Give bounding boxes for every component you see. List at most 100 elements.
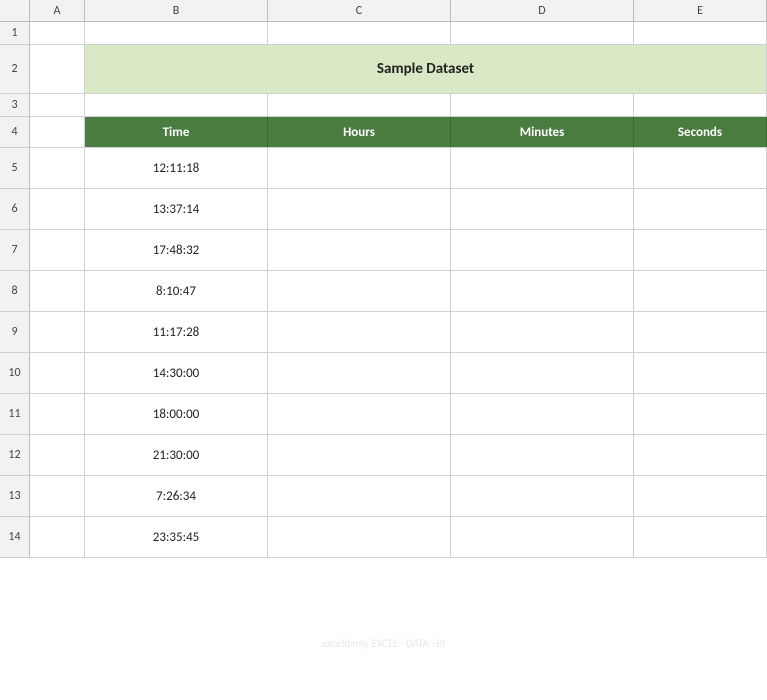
cell-c3[interactable]: [268, 94, 451, 116]
cell-time-6[interactable]: 13:37:14: [85, 189, 268, 229]
row-10: 10 14:30:00: [0, 353, 767, 394]
cell-minutes-11[interactable]: [451, 394, 634, 434]
cell-hours-13[interactable]: [268, 476, 451, 516]
cell-a7[interactable]: [30, 230, 85, 270]
col-header-a: A: [30, 0, 85, 21]
cell-a4[interactable]: [30, 117, 85, 147]
cell-seconds-10[interactable]: [634, 353, 767, 393]
row-num-4: 4: [0, 117, 30, 147]
row-4-headers: 4 Time Hours Minutes Seconds: [0, 117, 767, 148]
column-headers: A B C D E: [0, 0, 767, 22]
cell-hours-7[interactable]: [268, 230, 451, 270]
cell-seconds-6[interactable]: [634, 189, 767, 229]
cell-minutes-8[interactable]: [451, 271, 634, 311]
col-header-minutes[interactable]: Minutes: [451, 117, 634, 147]
cell-seconds-13[interactable]: [634, 476, 767, 516]
row-9: 9 11:17:28: [0, 312, 767, 353]
cell-e1[interactable]: [634, 22, 767, 44]
cell-a3[interactable]: [30, 94, 85, 116]
corner-cell: [0, 0, 30, 21]
row-1: 1: [0, 22, 767, 45]
cell-time-12[interactable]: 21:30:00: [85, 435, 268, 475]
cell-hours-11[interactable]: [268, 394, 451, 434]
col-header-b: B: [85, 0, 268, 21]
cell-b3[interactable]: [85, 94, 268, 116]
row-num-12: 12: [0, 435, 30, 475]
cell-minutes-13[interactable]: [451, 476, 634, 516]
cell-e3[interactable]: [634, 94, 767, 116]
cell-d1[interactable]: [451, 22, 634, 44]
cell-time-7[interactable]: 17:48:32: [85, 230, 268, 270]
row-num-2: 2: [0, 45, 30, 93]
cell-hours-10[interactable]: [268, 353, 451, 393]
row-num-5: 5: [0, 148, 30, 188]
cell-d3[interactable]: [451, 94, 634, 116]
row-3: 3: [0, 94, 767, 117]
cell-time-8[interactable]: 8:10:47: [85, 271, 268, 311]
cell-a6[interactable]: [30, 189, 85, 229]
cell-hours-12[interactable]: [268, 435, 451, 475]
cell-a9[interactable]: [30, 312, 85, 352]
row-12: 12 21:30:00: [0, 435, 767, 476]
row-num-8: 8: [0, 271, 30, 311]
row-num-13: 13: [0, 476, 30, 516]
cell-time-13[interactable]: 7:26:34: [85, 476, 268, 516]
cell-time-11[interactable]: 18:00:00: [85, 394, 268, 434]
row-num-9: 9: [0, 312, 30, 352]
cell-c1[interactable]: [268, 22, 451, 44]
row-num-7: 7: [0, 230, 30, 270]
cell-minutes-7[interactable]: [451, 230, 634, 270]
cell-a5[interactable]: [30, 148, 85, 188]
cell-a11[interactable]: [30, 394, 85, 434]
cell-minutes-9[interactable]: [451, 312, 634, 352]
row-11: 11 18:00:00: [0, 394, 767, 435]
cell-b1[interactable]: [85, 22, 268, 44]
cell-hours-5[interactable]: [268, 148, 451, 188]
spreadsheet: A B C D E 1 2 Sample Dataset 3: [0, 0, 767, 700]
row-2: 2 Sample Dataset: [0, 45, 767, 94]
cell-a12[interactable]: [30, 435, 85, 475]
cell-hours-8[interactable]: [268, 271, 451, 311]
col-header-seconds[interactable]: Seconds: [634, 117, 767, 147]
cell-time-9[interactable]: 11:17:28: [85, 312, 268, 352]
row-num-1: 1: [0, 22, 30, 44]
cell-a2[interactable]: [30, 45, 85, 93]
cell-time-10[interactable]: 14:30:00: [85, 353, 268, 393]
cell-seconds-11[interactable]: [634, 394, 767, 434]
row-5: 5 12:11:18: [0, 148, 767, 189]
cell-seconds-8[interactable]: [634, 271, 767, 311]
cell-hours-9[interactable]: [268, 312, 451, 352]
cell-a13[interactable]: [30, 476, 85, 516]
cell-minutes-6[interactable]: [451, 189, 634, 229]
row-7: 7 17:48:32: [0, 230, 767, 271]
cell-hours-14[interactable]: [268, 517, 451, 557]
row-num-6: 6: [0, 189, 30, 229]
row-num-10: 10: [0, 353, 30, 393]
cell-minutes-12[interactable]: [451, 435, 634, 475]
cell-a10[interactable]: [30, 353, 85, 393]
col-header-hours[interactable]: Hours: [268, 117, 451, 147]
cell-minutes-10[interactable]: [451, 353, 634, 393]
row-8: 8 8:10:47: [0, 271, 767, 312]
cell-seconds-5[interactable]: [634, 148, 767, 188]
cell-seconds-12[interactable]: [634, 435, 767, 475]
cell-minutes-14[interactable]: [451, 517, 634, 557]
title-cell[interactable]: Sample Dataset: [85, 45, 767, 93]
cell-hours-6[interactable]: [268, 189, 451, 229]
cell-minutes-5[interactable]: [451, 148, 634, 188]
cell-a14[interactable]: [30, 517, 85, 557]
row-num-11: 11: [0, 394, 30, 434]
cell-seconds-9[interactable]: [634, 312, 767, 352]
cell-a8[interactable]: [30, 271, 85, 311]
col-header-c: C: [268, 0, 451, 21]
cell-seconds-7[interactable]: [634, 230, 767, 270]
col-header-e: E: [634, 0, 767, 21]
cell-time-5[interactable]: 12:11:18: [85, 148, 268, 188]
cell-time-14[interactable]: 23:35:45: [85, 517, 268, 557]
cell-a1[interactable]: [30, 22, 85, 44]
data-rows: 5 12:11:18 6 13:37:14 7 17:48:32 8 8:10:…: [0, 148, 767, 558]
row-14: 14 23:35:45: [0, 517, 767, 558]
col-header-time[interactable]: Time: [85, 117, 268, 147]
row-6: 6 13:37:14: [0, 189, 767, 230]
cell-seconds-14[interactable]: [634, 517, 767, 557]
